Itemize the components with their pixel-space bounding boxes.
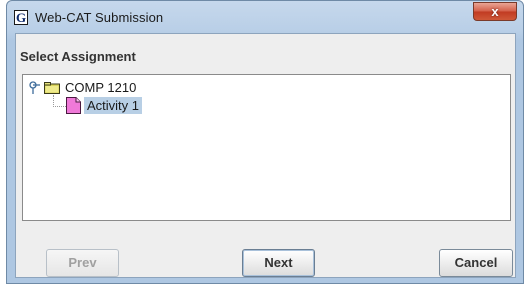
- dialog-content: Select Assignment COMP 1210 Activity 1 P…: [15, 33, 516, 278]
- dialog-window: G Web-CAT Submission x Select Assignment…: [6, 0, 524, 284]
- tree-node-course[interactable]: COMP 1210: [65, 80, 136, 95]
- title-bar[interactable]: G Web-CAT Submission x: [7, 1, 523, 33]
- document-icon: [66, 97, 81, 114]
- tree-node-assignment[interactable]: Activity 1: [84, 97, 143, 114]
- window-title: Web-CAT Submission: [35, 10, 164, 25]
- section-heading: Select Assignment: [20, 49, 136, 64]
- tree-expand-toggle-icon[interactable]: [29, 81, 41, 95]
- close-button[interactable]: x: [473, 2, 517, 21]
- tree-connector: [53, 95, 66, 107]
- cancel-button[interactable]: Cancel: [439, 249, 513, 277]
- next-button[interactable]: Next: [242, 249, 315, 277]
- folder-icon: [44, 82, 60, 94]
- prev-button[interactable]: Prev: [46, 249, 119, 277]
- app-icon: G: [14, 10, 28, 25]
- assignment-tree[interactable]: COMP 1210 Activity 1: [22, 74, 511, 221]
